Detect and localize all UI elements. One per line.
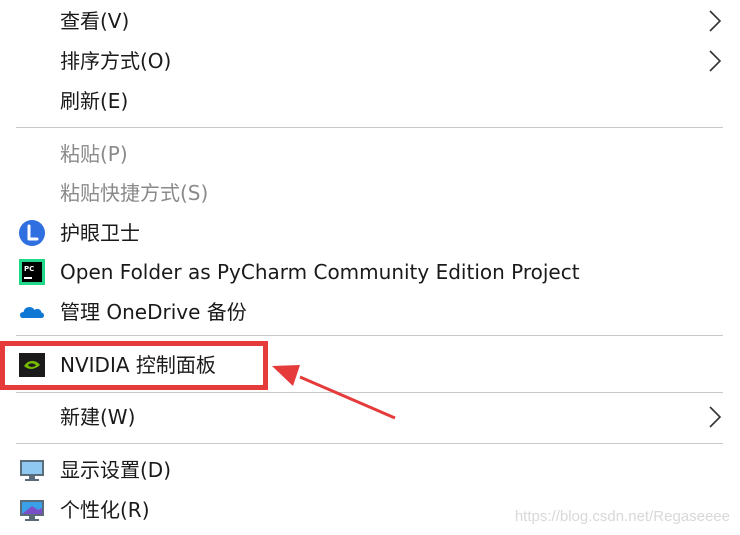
menu-item-label: 粘贴(P) xyxy=(60,142,128,166)
chevron-right-icon xyxy=(709,406,722,428)
annotation-highlight-box xyxy=(0,341,268,390)
menu-item-label: 粘贴快捷方式(S) xyxy=(60,181,209,205)
menu-item-paste-shortcut[interactable]: 粘贴快捷方式(S) xyxy=(0,173,740,213)
menu-item-refresh[interactable]: 刷新(E) xyxy=(0,81,740,121)
menu-separator xyxy=(16,127,723,128)
menu-item-open-pycharm[interactable]: PC Open Folder as PyCharm Community Edit… xyxy=(0,252,740,292)
menu-item-label: 个性化(R) xyxy=(60,498,150,522)
display-monitor-icon xyxy=(20,460,44,481)
watermark: https://blog.csdn.net/Regaseeee xyxy=(514,508,730,525)
menu-item-display-settings[interactable]: 显示设置(D) xyxy=(0,450,740,490)
menu-item-eye-guard[interactable]: 护眼卫士 xyxy=(0,213,740,253)
menu-item-onedrive-backup[interactable]: 管理 OneDrive 备份 xyxy=(0,292,740,332)
menu-item-label: 显示设置(D) xyxy=(60,458,172,482)
menu-separator xyxy=(16,443,723,444)
desktop-context-menu: 查看(V) 排序方式(O) 刷新(E) 粘贴(P) 粘贴快捷方式(S) 护眼卫士 xyxy=(0,0,740,535)
menu-item-label: 排序方式(O) xyxy=(60,49,172,73)
menu-item-paste[interactable]: 粘贴(P) xyxy=(0,134,740,174)
menu-item-sort-by[interactable]: 排序方式(O) xyxy=(0,41,740,81)
onedrive-cloud-icon xyxy=(20,307,44,318)
personalize-monitor-icon xyxy=(20,500,44,521)
chevron-right-icon xyxy=(709,10,722,32)
menu-item-label: Open Folder as PyCharm Community Edition… xyxy=(60,260,580,284)
menu-item-label: 查看(V) xyxy=(60,9,130,33)
menu-item-label: 刷新(E) xyxy=(60,89,129,113)
menu-item-label: 护眼卫士 xyxy=(60,221,140,245)
menu-item-label: 新建(W) xyxy=(60,405,136,429)
menu-item-view[interactable]: 查看(V) xyxy=(0,1,740,41)
menu-separator xyxy=(16,392,723,393)
menu-item-label: 管理 OneDrive 备份 xyxy=(60,300,247,324)
svg-text:PC: PC xyxy=(24,265,34,273)
menu-item-new[interactable]: 新建(W) xyxy=(0,397,740,437)
pycharm-icon: PC xyxy=(19,259,45,285)
menu-separator xyxy=(16,335,723,336)
chevron-right-icon xyxy=(709,50,722,72)
eye-guard-icon xyxy=(19,220,45,246)
